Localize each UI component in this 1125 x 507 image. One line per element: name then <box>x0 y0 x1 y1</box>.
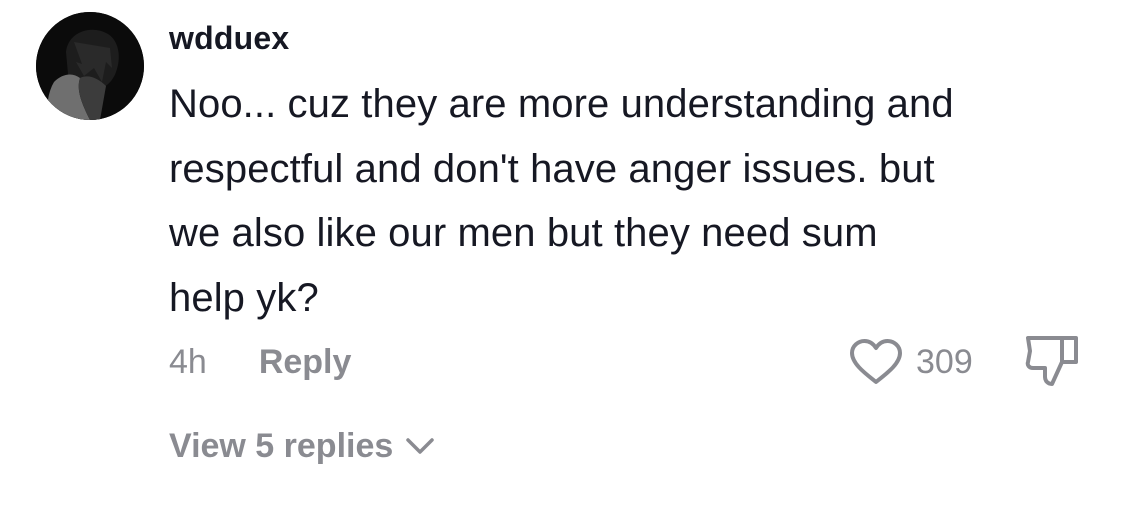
comment-text-line: we also like our men but they need sum <box>169 211 878 255</box>
dislike-button[interactable] <box>1022 334 1082 388</box>
avatar-image <box>36 12 144 120</box>
comment-timestamp: 4h <box>169 342 207 381</box>
comment-item: wdduex Noo... cuz they are more understa… <box>0 0 1125 507</box>
view-replies-button[interactable]: View 5 replies <box>169 424 435 468</box>
like-button[interactable]: 309 <box>848 338 973 386</box>
like-count: 309 <box>916 342 973 381</box>
thumbs-down-outline-icon <box>1025 336 1078 386</box>
user-avatar[interactable] <box>36 12 144 120</box>
comment-text-line: help yk? <box>169 275 319 320</box>
chevron-down-icon <box>406 438 435 454</box>
comment-text-line: Noo... cuz they are more understanding a… <box>169 82 954 126</box>
view-replies-label: View 5 replies <box>169 426 394 465</box>
comment-text: Noo... cuz they are more understanding a… <box>169 72 1109 330</box>
comment-text-line: respectful and don't have anger issues. … <box>169 146 935 191</box>
comment-username[interactable]: wdduex <box>169 18 289 58</box>
comment-meta: 4h Reply <box>169 339 351 385</box>
reply-button[interactable]: Reply <box>259 343 352 382</box>
heart-outline-icon <box>850 339 902 384</box>
